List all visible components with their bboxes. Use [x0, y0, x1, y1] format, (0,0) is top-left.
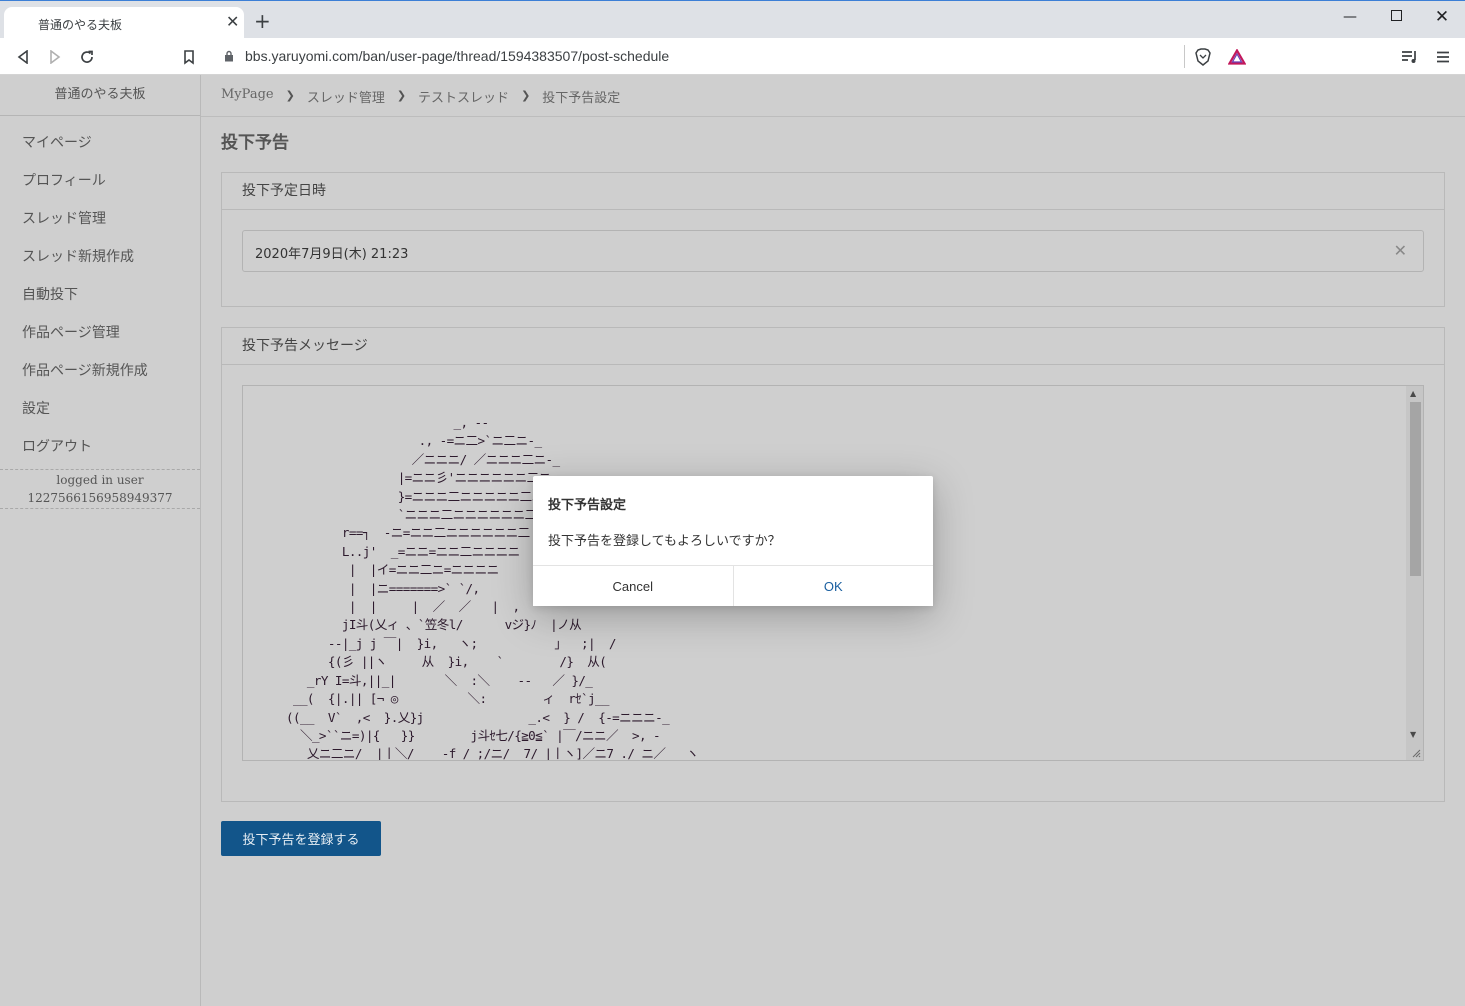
back-button[interactable] — [12, 46, 34, 68]
dialog-title: 投下予告設定 — [548, 498, 627, 513]
sidebar: 普通のやる夫板 マイページ プロフィール スレッド管理 スレッド新規作成 自動投… — [0, 75, 201, 1006]
header-divider — [201, 116, 1465, 117]
bookmark-button[interactable] — [178, 46, 200, 68]
textarea-scrollbar[interactable]: ▲ ▼ — [1406, 386, 1423, 760]
forward-icon — [50, 50, 61, 64]
sidebar-item-mypage[interactable]: マイページ — [0, 124, 200, 162]
dialog-cancel-button[interactable]: Cancel — [533, 566, 734, 606]
omnibox-divider — [1184, 45, 1185, 68]
forward-button[interactable] — [44, 46, 66, 68]
sidebar-item-settings[interactable]: 設定 — [0, 390, 200, 428]
rewards-triangle-icon — [1228, 49, 1246, 65]
confirm-dialog: 投下予告設定 投下予告を登録してもよろしいですか？ Cancel OK — [533, 476, 933, 606]
sidebar-item-new-thread[interactable]: スレッド新規作成 — [0, 238, 200, 276]
window-maximize-button[interactable] — [1386, 7, 1406, 27]
reload-icon — [81, 50, 93, 63]
media-queue-button[interactable] — [1399, 46, 1421, 68]
bookmark-icon — [184, 49, 194, 65]
brave-shields-button[interactable] — [1192, 46, 1214, 68]
browser-tabstrip: 普通のやる夫板 ✕ + — ✕ — [0, 0, 1465, 39]
maximize-icon — [1390, 10, 1402, 21]
hamburger-icon — [1437, 51, 1449, 63]
page-title: 投下予告 — [221, 133, 289, 153]
brave-rewards-button[interactable] — [1226, 46, 1248, 68]
tab-close-icon[interactable]: ✕ — [226, 13, 239, 31]
breadcrumb-thread-management[interactable]: スレッド管理 — [307, 87, 385, 106]
breadcrumb: MyPage ❯ スレッド管理 ❯ テストスレッド ❯ 投下予告設定 — [221, 87, 620, 106]
sidebar-item-auto-post[interactable]: 自動投下 — [0, 276, 200, 314]
chevron-right-icon: ❯ — [285, 89, 295, 102]
url-text: bbs.yaruyomi.com/ban/user-page/thread/15… — [245, 48, 670, 64]
address-bar[interactable]: bbs.yaruyomi.com/ban/user-page/thread/15… — [212, 42, 1255, 71]
site-name[interactable]: 普通のやる夫板 — [0, 75, 200, 116]
scroll-down-arrow-icon[interactable]: ▼ — [1410, 730, 1416, 739]
chevron-right-icon: ❯ — [396, 89, 407, 102]
schedule-datetime-header: 投下予定日時 — [222, 173, 1444, 210]
breadcrumb-mypage[interactable]: MyPage — [221, 87, 274, 106]
tab-title: 普通のやる夫板 — [38, 18, 123, 32]
window-minimize-button[interactable]: — — [1340, 7, 1360, 27]
logged-in-label: logged in user — [56, 473, 144, 487]
window-close-button[interactable]: ✕ — [1432, 7, 1452, 27]
dialog-ok-button[interactable]: OK — [733, 566, 933, 606]
sidebar-item-new-work-page[interactable]: 作品ページ新規作成 — [0, 352, 200, 390]
breadcrumb-current: 投下予告設定 — [542, 91, 621, 106]
sidebar-menu: マイページ プロフィール スレッド管理 スレッド新規作成 自動投下 作品ページ管… — [0, 116, 200, 466]
browser-toolbar: bbs.yaruyomi.com/ban/user-page/thread/15… — [0, 38, 1465, 75]
playlist-icon — [1402, 51, 1416, 63]
lock-icon — [225, 50, 233, 62]
scroll-up-arrow-icon[interactable]: ▲ — [1410, 389, 1416, 398]
sidebar-item-thread-management[interactable]: スレッド管理 — [0, 200, 200, 238]
schedule-datetime-input[interactable]: 2020年7月9日(木) 21:23 ✕ — [242, 230, 1424, 272]
new-tab-button[interactable]: + — [254, 11, 271, 31]
brave-lion-icon — [1195, 48, 1211, 66]
schedule-datetime-value: 2020年7月9日(木) 21:23 — [255, 247, 409, 262]
sidebar-item-work-page-management[interactable]: 作品ページ管理 — [0, 314, 200, 352]
register-schedule-button[interactable]: 投下予告を登録する — [221, 821, 381, 856]
breadcrumb-test-thread[interactable]: テストスレッド — [418, 87, 509, 106]
resize-handle-icon[interactable] — [1411, 748, 1421, 758]
chevron-right-icon: ❯ — [521, 89, 531, 102]
user-id: 1227566156958949377 — [27, 491, 173, 505]
sidebar-item-logout[interactable]: ログアウト — [0, 428, 200, 466]
reload-button[interactable] — [76, 46, 98, 68]
schedule-message-header: 投下予告メッセージ — [222, 328, 1444, 365]
scrollbar-thumb[interactable] — [1410, 402, 1421, 576]
logged-in-user-box: logged in user 1227566156958949377 — [0, 469, 200, 509]
dialog-actions: Cancel OK — [533, 565, 933, 606]
schedule-datetime-card: 投下予定日時 2020年7月9日(木) 21:23 ✕ — [221, 172, 1445, 307]
menu-button[interactable] — [1432, 46, 1454, 68]
sidebar-item-profile[interactable]: プロフィール — [0, 162, 200, 200]
clear-icon[interactable]: ✕ — [1394, 241, 1407, 260]
back-icon — [17, 50, 28, 64]
browser-tab[interactable]: 普通のやる夫板 ✕ — [4, 7, 244, 39]
dialog-message: 投下予告を登録してもよろしいですか？ — [548, 534, 781, 549]
